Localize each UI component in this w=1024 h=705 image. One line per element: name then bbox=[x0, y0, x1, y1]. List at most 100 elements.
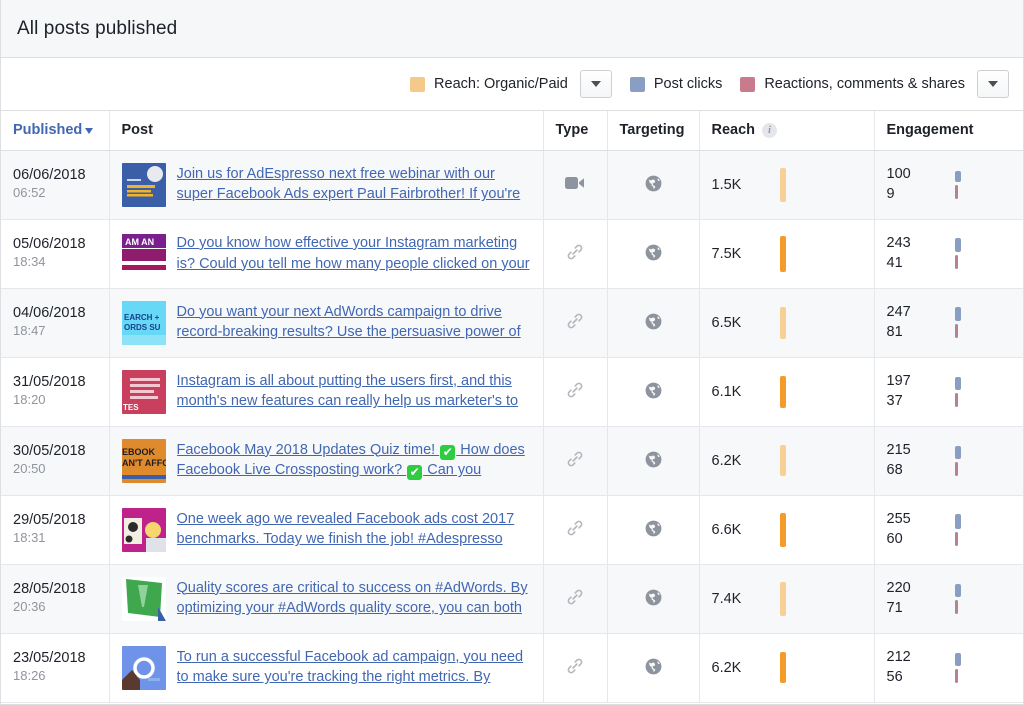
link-icon bbox=[566, 519, 584, 540]
post-message-link[interactable]: Instagram is all about putting the users… bbox=[177, 371, 531, 413]
cell-post: AM AN Do you know how effective your Inst… bbox=[109, 219, 544, 289]
legend-swatch-post-clicks bbox=[629, 76, 645, 92]
link-icon bbox=[566, 243, 584, 264]
reactions-value: 41 bbox=[886, 254, 903, 271]
reach-bar bbox=[779, 167, 786, 202]
cell-post: TES Instagram is all about putting the us… bbox=[109, 357, 544, 427]
reach-bar bbox=[779, 581, 786, 616]
table-row[interactable]: 05/06/2018 18:34 AM AN Do you know how effe… bbox=[1, 219, 1023, 289]
post-thumbnail[interactable] bbox=[121, 645, 166, 690]
globe-icon bbox=[644, 588, 663, 610]
cell-targeting bbox=[607, 288, 700, 358]
reach-bar bbox=[779, 445, 786, 476]
post-message-link[interactable]: Facebook May 2018 Updates Quiz time! ✔ H… bbox=[177, 440, 531, 482]
table-row[interactable]: 30/05/2018 20:50 EBOOK AN'T AFFO Facebook Ma… bbox=[1, 426, 1023, 496]
published-date: 31/05/2018 bbox=[13, 374, 86, 391]
cell-type bbox=[543, 150, 608, 220]
post-message-link[interactable]: Do you want your next AdWords campaign t… bbox=[177, 302, 531, 344]
published-time: 18:31 bbox=[13, 530, 46, 546]
post-thumbnail[interactable] bbox=[121, 507, 166, 552]
cell-reach: 6.5K bbox=[699, 288, 875, 358]
table-row[interactable]: 31/05/2018 18:20 TES Instagram is all about… bbox=[1, 357, 1023, 427]
posts-table-body: 06/06/2018 06:52 Join us for AdEspresso ne… bbox=[1, 150, 1023, 703]
post-thumbnail[interactable]: AM AN bbox=[121, 231, 166, 276]
column-header-published[interactable]: Published bbox=[1, 111, 110, 151]
chevron-down-icon bbox=[988, 81, 998, 87]
globe-icon bbox=[645, 244, 661, 260]
globe-icon bbox=[645, 658, 661, 674]
link-icon bbox=[567, 451, 583, 467]
table-row[interactable]: 23/05/2018 18:26 To run a successful Faceb… bbox=[1, 633, 1023, 703]
reactions-value: 60 bbox=[886, 530, 903, 547]
table-row[interactable]: 28/05/2018 20:36 Quality scores are critic… bbox=[1, 564, 1023, 634]
post-message-link[interactable]: Quality scores are critical to success o… bbox=[177, 578, 531, 620]
column-header-targeting[interactable]: Targeting bbox=[607, 111, 700, 151]
post-message-link[interactable]: Join us for AdEspresso next free webinar… bbox=[177, 164, 531, 206]
column-header-published-label: Published bbox=[13, 122, 83, 139]
column-header-engagement[interactable]: Engagement bbox=[874, 111, 1023, 151]
info-icon[interactable]: i bbox=[762, 122, 778, 138]
post-clicks-value: 197 bbox=[886, 373, 911, 390]
published-date: 05/06/2018 bbox=[13, 236, 86, 253]
published-time: 18:26 bbox=[13, 668, 46, 684]
link-icon bbox=[566, 450, 584, 471]
check-mark-icon: ✔ bbox=[407, 465, 423, 481]
table-row[interactable]: 04/06/2018 18:47 EARCH + ORDS SU Do you want… bbox=[1, 288, 1023, 358]
legend-label-reach: Reach: Organic/Paid bbox=[434, 76, 568, 92]
published-time: 20:36 bbox=[13, 599, 46, 615]
post-thumbnail[interactable]: EARCH + ORDS SU bbox=[121, 300, 166, 345]
reactions-bar bbox=[954, 531, 958, 546]
cell-type bbox=[543, 219, 608, 289]
cell-published: 30/05/2018 20:50 bbox=[1, 426, 110, 496]
cell-type bbox=[543, 288, 608, 358]
page-title: All posts published bbox=[17, 17, 178, 39]
post-message-link[interactable]: To run a successful Facebook ad campaign… bbox=[177, 647, 531, 689]
all-posts-published-panel: All posts published Reach: Organic/Paid … bbox=[0, 0, 1024, 705]
cell-post: To run a successful Facebook ad campaign… bbox=[109, 633, 544, 703]
table-row[interactable]: 29/05/2018 18:31 One week ago we revealed … bbox=[1, 495, 1023, 565]
sort-published-control[interactable]: Published bbox=[13, 122, 94, 139]
engagement-metric-dropdown-button[interactable] bbox=[977, 70, 1009, 98]
link-icon bbox=[566, 657, 584, 678]
reach-bar bbox=[779, 235, 786, 272]
link-icon bbox=[567, 589, 583, 605]
cell-targeting bbox=[607, 219, 700, 289]
published-time: 20:50 bbox=[13, 461, 46, 477]
reach-value: 1.5K bbox=[711, 176, 742, 193]
post-clicks-value: 243 bbox=[886, 235, 911, 252]
reach-metric-dropdown-button[interactable] bbox=[579, 70, 612, 98]
legend-item-post-clicks: Post clicks bbox=[629, 76, 722, 92]
post-thumbnail[interactable] bbox=[121, 576, 166, 621]
cell-published: 04/06/2018 18:47 bbox=[1, 288, 110, 358]
column-header-type[interactable]: Type bbox=[543, 111, 608, 151]
reach-value: 6.2K bbox=[711, 659, 742, 676]
post-thumbnail[interactable]: EBOOK AN'T AFFO bbox=[121, 438, 166, 483]
legend-item-reach: Reach: Organic/Paid bbox=[410, 76, 568, 92]
cell-engagement: 100 9 bbox=[874, 150, 1023, 220]
cell-type bbox=[543, 633, 608, 703]
post-thumbnail[interactable]: TES bbox=[121, 369, 166, 414]
link-icon bbox=[567, 313, 583, 329]
post-message-link[interactable]: One week ago we revealed Facebook ads co… bbox=[177, 509, 531, 551]
column-header-post[interactable]: Post bbox=[109, 111, 544, 151]
globe-icon bbox=[644, 519, 663, 541]
cell-published: 06/06/2018 06:52 bbox=[1, 150, 110, 220]
post-thumbnail[interactable] bbox=[121, 162, 166, 207]
table-row[interactable]: 06/06/2018 06:52 Join us for AdEspresso ne… bbox=[1, 150, 1023, 220]
post-message-link[interactable]: Do you know how effective your Instagram… bbox=[177, 233, 531, 274]
reactions-bar bbox=[954, 668, 958, 683]
cell-engagement: 255 60 bbox=[874, 495, 1023, 565]
svg-text:AN'T AFFO: AN'T AFFO bbox=[122, 458, 166, 468]
cell-post: Join us for AdEspresso next free webinar… bbox=[109, 150, 544, 220]
column-header-reach[interactable]: Reach i bbox=[699, 111, 875, 151]
cell-post: Quality scores are critical to success o… bbox=[109, 564, 544, 634]
link-icon bbox=[567, 658, 583, 674]
reactions-value: 68 bbox=[886, 461, 903, 478]
published-date: 06/06/2018 bbox=[13, 167, 86, 184]
panel-title-bar: All posts published bbox=[1, 0, 1023, 58]
cell-targeting bbox=[607, 495, 700, 565]
cell-published: 29/05/2018 18:31 bbox=[1, 495, 110, 565]
reactions-value: 56 bbox=[886, 668, 903, 685]
reach-bar bbox=[779, 375, 786, 408]
link-icon bbox=[566, 312, 584, 333]
